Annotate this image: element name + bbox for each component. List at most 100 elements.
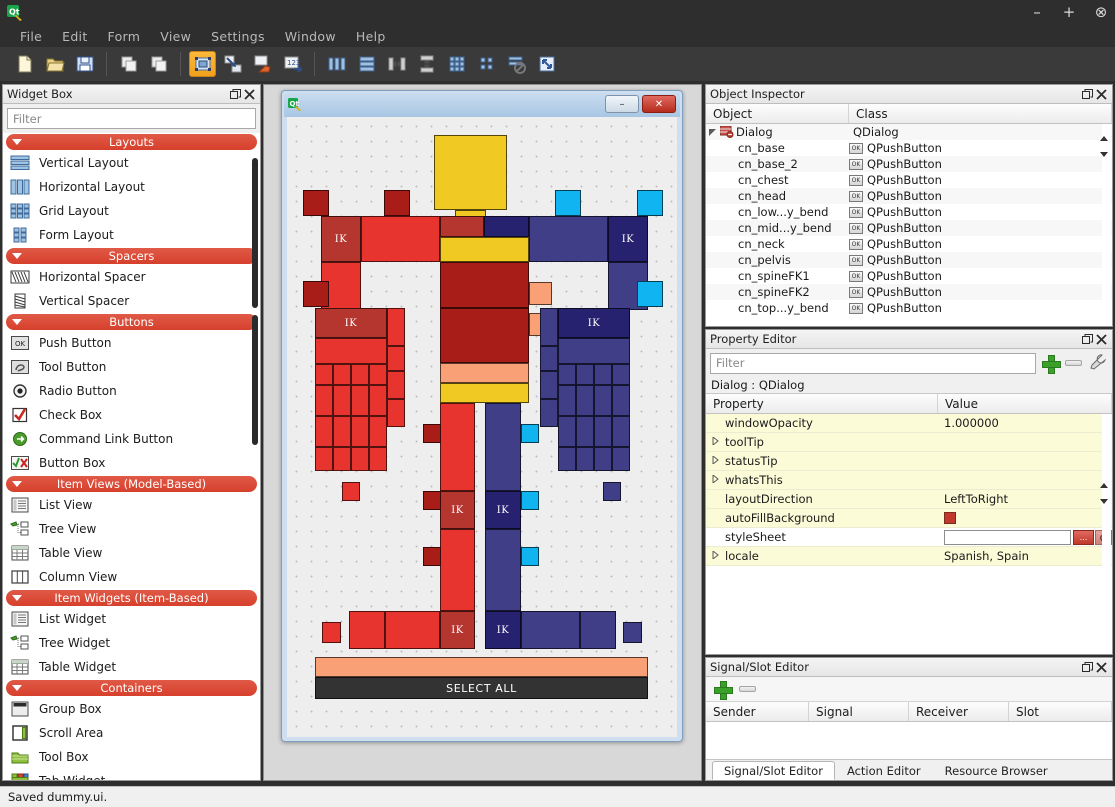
control-button[interactable] xyxy=(521,491,539,510)
menu-file[interactable]: File xyxy=(10,27,52,46)
property-editor-row[interactable]: statusTip xyxy=(706,452,1112,471)
control-button[interactable] xyxy=(612,364,630,385)
control-button[interactable] xyxy=(440,529,475,611)
widget-box-scrollbar-upper[interactable] xyxy=(252,158,258,308)
ik-control-button[interactable]: IK xyxy=(485,611,521,649)
column-header-value[interactable]: Value xyxy=(938,394,1112,413)
widget-box-item-tree-view[interactable]: Tree View xyxy=(3,517,260,541)
object-inspector-scrollbar[interactable] xyxy=(1100,124,1111,325)
widget-box-category-buttons[interactable]: Buttons xyxy=(6,314,257,330)
object-inspector-row[interactable]: cn_low...y_bend OK QPushButton xyxy=(706,204,1112,220)
column-header-class[interactable]: Class xyxy=(849,104,1112,123)
control-button[interactable] xyxy=(594,416,612,447)
widget-box-item-command-link-button[interactable]: Command Link Button xyxy=(3,427,260,451)
widget-box-item-scroll-area[interactable]: Scroll Area xyxy=(3,721,260,745)
select-all-button[interactable]: SELECT ALL xyxy=(315,677,648,699)
object-inspector-row[interactable]: cn_base OK QPushButton xyxy=(706,140,1112,156)
expand-triangle-icon[interactable] xyxy=(706,128,720,136)
form-canvas[interactable]: IK IK IK IK IK IK IK IK SELECT ALL xyxy=(287,117,677,737)
control-button[interactable] xyxy=(612,447,630,471)
new-form-icon[interactable] xyxy=(11,51,38,77)
widget-box-item-list-view[interactable]: List View xyxy=(3,493,260,517)
scroll-up-arrow[interactable] xyxy=(1100,483,1108,488)
property-editor-rows[interactable]: windowOpacity 1.000000 toolTip statusTip wha… xyxy=(706,414,1112,566)
widget-box-item-horizontal-layout[interactable]: Horizontal Layout xyxy=(3,175,260,199)
layout-form-icon[interactable] xyxy=(473,51,500,77)
open-form-icon[interactable] xyxy=(41,51,68,77)
object-inspector-row[interactable]: cn_mid...y_bend OK QPushButton xyxy=(706,220,1112,236)
ik-control-button[interactable]: IK xyxy=(440,491,475,529)
form-editor-area[interactable]: Qt – ✕ IK IK IK IK IK IK IK IK SELECT ALL xyxy=(263,84,702,781)
control-button[interactable] xyxy=(540,399,558,427)
tab-signal-slot-editor[interactable]: Signal/Slot Editor xyxy=(712,761,835,780)
control-button[interactable] xyxy=(540,371,558,399)
column-header-receiver[interactable]: Receiver xyxy=(909,702,1009,721)
control-button[interactable] xyxy=(521,611,580,649)
menu-help[interactable]: Help xyxy=(346,27,396,46)
menu-settings[interactable]: Settings xyxy=(201,27,275,46)
control-button[interactable] xyxy=(576,416,594,447)
menu-edit[interactable]: Edit xyxy=(52,27,97,46)
widget-box-item-button-box[interactable]: Button Box xyxy=(3,451,260,475)
object-inspector-rows[interactable]: Dialog QDialog cn_base OK QPushButton cn_base… xyxy=(706,124,1112,316)
layout-horizontally-icon[interactable] xyxy=(323,51,350,77)
menu-view[interactable]: View xyxy=(150,27,201,46)
float-icon[interactable] xyxy=(1080,87,1094,101)
object-inspector-row[interactable]: cn_chest OK QPushButton xyxy=(706,172,1112,188)
widget-box-item-column-view[interactable]: Column View xyxy=(3,565,260,589)
widget-box-item-table-widget[interactable]: Table Widget xyxy=(3,655,260,679)
widget-box-item-group-box[interactable]: Group Box xyxy=(3,697,260,721)
tab-action-editor[interactable]: Action Editor xyxy=(835,761,933,780)
widget-box-item-tree-widget[interactable]: Tree Widget xyxy=(3,631,260,655)
tab-resource-browser[interactable]: Resource Browser xyxy=(933,761,1060,780)
maximize-button[interactable]: + xyxy=(1061,5,1077,20)
expand-triangle-icon[interactable] xyxy=(712,454,725,467)
design-form-window[interactable]: Qt – ✕ IK IK IK IK IK IK IK IK SELECT ALL xyxy=(281,90,683,742)
layout-grid-icon[interactable] xyxy=(443,51,470,77)
control-button[interactable] xyxy=(342,482,360,501)
control-button[interactable] xyxy=(558,364,576,385)
control-button[interactable] xyxy=(521,424,539,443)
column-header-slot[interactable]: Slot xyxy=(1009,702,1112,721)
control-button[interactable] xyxy=(440,308,529,363)
expand-triangle-icon[interactable] xyxy=(712,435,725,448)
form-close-button[interactable]: ✕ xyxy=(642,95,676,113)
widget-box-item-list-widget[interactable]: List Widget xyxy=(3,607,260,631)
control-button[interactable] xyxy=(333,447,351,471)
control-button[interactable] xyxy=(440,403,475,491)
control-button[interactable] xyxy=(580,611,616,649)
widget-box-category-item-widgets-item-based[interactable]: Item Widgets (Item-Based) xyxy=(6,590,257,606)
close-icon[interactable] xyxy=(1094,332,1108,346)
undo-icon[interactable] xyxy=(115,51,142,77)
property-filter-input[interactable]: Filter xyxy=(710,352,1036,374)
control-button[interactable] xyxy=(594,364,612,385)
control-button[interactable] xyxy=(333,364,351,385)
control-button[interactable] xyxy=(485,403,521,491)
control-button[interactable] xyxy=(351,364,369,385)
property-value-cell[interactable]: ... xyxy=(938,529,1112,545)
property-value-cell[interactable]: Spanish, Spain xyxy=(938,549,1112,563)
close-icon[interactable] xyxy=(242,87,256,101)
control-button[interactable] xyxy=(303,281,329,307)
control-button[interactable] xyxy=(369,447,387,471)
widget-box-list[interactable]: Layouts Vertical Layout Horizontal Layout G… xyxy=(3,133,260,780)
ik-control-button[interactable]: IK xyxy=(558,308,630,338)
scroll-up-arrow[interactable] xyxy=(1100,136,1108,141)
control-button[interactable] xyxy=(315,385,333,416)
close-icon[interactable] xyxy=(1094,660,1108,674)
control-button[interactable] xyxy=(637,190,663,216)
redo-icon[interactable] xyxy=(145,51,172,77)
control-button[interactable] xyxy=(315,447,333,471)
control-button[interactable] xyxy=(387,399,405,427)
control-button[interactable] xyxy=(637,281,663,307)
control-button[interactable] xyxy=(387,346,405,371)
layout-splitter-horizontal-icon[interactable] xyxy=(383,51,410,77)
menu-form[interactable]: Form xyxy=(98,27,151,46)
minimize-button[interactable]: – xyxy=(1029,5,1045,20)
control-button[interactable] xyxy=(555,190,581,216)
float-icon[interactable] xyxy=(228,87,242,101)
control-button[interactable] xyxy=(576,364,594,385)
control-button[interactable] xyxy=(423,547,441,566)
widget-box-scrollbar-lower[interactable] xyxy=(252,315,258,445)
menu-window[interactable]: Window xyxy=(275,27,346,46)
